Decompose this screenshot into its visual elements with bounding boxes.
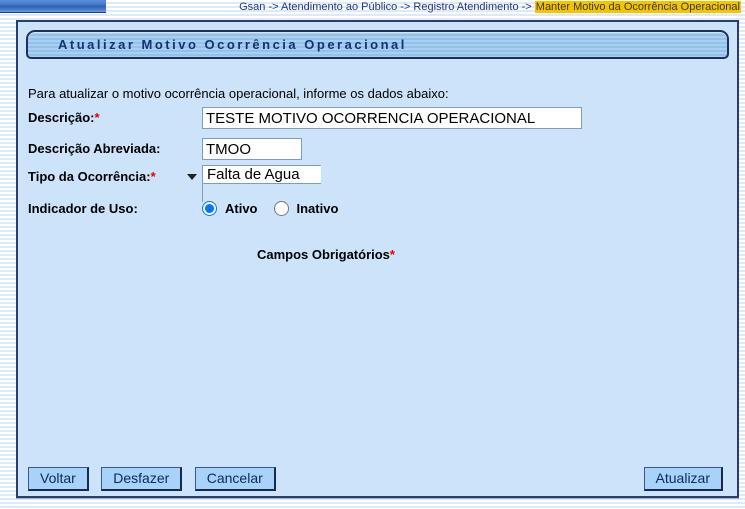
required-asterisk: * (389, 247, 395, 262)
descricao-label: Descrição:* (28, 110, 100, 125)
desfazer-button[interactable]: Desfazer (101, 467, 183, 491)
descricao-input[interactable] (202, 107, 582, 129)
tipo-ocorrencia-select[interactable]: Falta de Agua (203, 166, 321, 183)
ativo-radio-label[interactable]: Ativo (225, 201, 258, 216)
button-row: Voltar Desfazer Cancelar Atualizar (28, 467, 723, 493)
inativo-radio-label[interactable]: Inativo (297, 201, 339, 216)
breadcrumb-path: Gsan -> Atendimento ao Público -> Regist… (239, 1, 535, 13)
atualizar-button[interactable]: Atualizar (643, 467, 723, 491)
descricao-abreviada-input[interactable] (202, 138, 302, 160)
breadcrumb-current-highlighted: Manter Motivo da Ocorrência Operacional (534, 1, 741, 13)
voltar-button[interactable]: Voltar (28, 467, 89, 491)
page-title: Atualizar Motivo Ocorrência Operacional (26, 30, 729, 59)
cancelar-button[interactable]: Cancelar (194, 467, 276, 491)
required-fields-note: Campos Obrigatórios* (257, 247, 395, 262)
required-asterisk: * (94, 110, 100, 125)
required-asterisk: * (150, 169, 156, 184)
form-panel: Atualizar Motivo Ocorrência Operacional … (16, 20, 739, 498)
descricao-abreviada-label: Descrição Abreviada: (28, 141, 161, 156)
tipo-ocorrencia-label: Tipo da Ocorrência:* (28, 169, 156, 184)
form-instructions: Para atualizar o motivo ocorrência opera… (28, 86, 449, 101)
breadcrumb: Gsan -> Atendimento ao Público -> Regist… (239, 1, 741, 13)
inativo-radio[interactable] (273, 200, 289, 216)
chevron-down-icon (187, 174, 197, 180)
ativo-radio[interactable] (202, 200, 217, 216)
top-menu-bar-fragment (0, 0, 106, 13)
tipo-ocorrencia-select-wrap: Falta de Agua (187, 165, 321, 202)
indicador-uso-label: Indicador de Uso: (28, 201, 138, 216)
